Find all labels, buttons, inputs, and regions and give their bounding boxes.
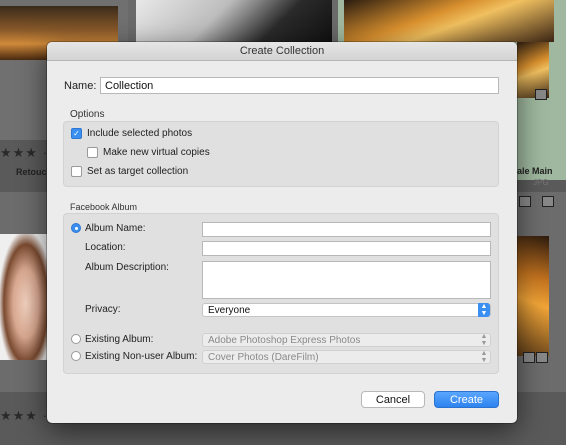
location-label: Location: [85, 242, 126, 253]
rating-stars[interactable]: ★★★ · [0, 408, 48, 424]
existing-nonuser-album-value: Cover Photos (DareFilm) [208, 352, 319, 363]
location-input[interactable] [202, 241, 491, 256]
crop-badge-icon [536, 352, 548, 363]
include-selected-label: Include selected photos [87, 128, 193, 139]
filename-label: Retouc [16, 167, 47, 177]
existing-nonuser-album-radio[interactable] [71, 351, 81, 361]
cancel-button[interactable]: Cancel [361, 391, 425, 408]
existing-nonuser-album-select[interactable]: Cover Photos (DareFilm) ▲ ▼ [202, 350, 491, 364]
facebook-album-section-label: Facebook Album [70, 202, 138, 212]
virtual-copies-checkbox[interactable] [87, 147, 98, 158]
create-button[interactable]: Create [434, 391, 499, 408]
name-label: Name: [64, 80, 97, 92]
album-name-label: Album Name: [85, 223, 146, 234]
album-name-input[interactable] [202, 222, 491, 237]
grid-toggle-icon[interactable] [519, 196, 531, 207]
collection-name-input[interactable] [100, 77, 499, 94]
grid-cell[interactable] [0, 192, 47, 392]
badge-icon [523, 352, 535, 363]
album-description-label: Album Description: [85, 262, 169, 273]
file-type-label: JPG [533, 178, 549, 187]
existing-album-select[interactable]: Adobe Photoshop Express Photos ▲ ▼ [202, 333, 491, 347]
create-collection-dialog: Create Collection Name: Options ✓ Includ… [47, 42, 517, 423]
dialog-title: Create Collection [47, 42, 517, 61]
privacy-label: Privacy: [85, 304, 121, 315]
photo-thumbnail[interactable] [517, 236, 549, 356]
options-section-label: Options [70, 109, 105, 120]
badge-icon [535, 89, 547, 100]
include-selected-checkbox[interactable]: ✓ [71, 128, 82, 139]
existing-album-value: Adobe Photoshop Express Photos [208, 335, 361, 346]
target-collection-checkbox-row[interactable]: Set as target collection [71, 166, 188, 177]
photo-thumbnail[interactable] [344, 0, 554, 42]
album-name-radio[interactable] [71, 223, 81, 233]
existing-album-label: Existing Album: [85, 334, 154, 345]
rating-stars[interactable]: ★★★ · [0, 145, 48, 161]
chevron-updown-icon: ▲ ▼ [480, 350, 488, 364]
privacy-select[interactable]: Everyone ▲ ▼ [202, 303, 491, 317]
photo-thumbnail[interactable] [0, 234, 47, 360]
virtual-copies-checkbox-row[interactable]: Make new virtual copies [87, 147, 210, 158]
album-description-textarea[interactable] [202, 261, 491, 299]
privacy-value: Everyone [208, 305, 251, 316]
target-collection-label: Set as target collection [87, 166, 189, 177]
existing-album-radio[interactable] [71, 334, 81, 344]
chevron-updown-icon: ▲ ▼ [478, 303, 490, 317]
existing-nonuser-album-label: Existing Non-user Album: [85, 351, 198, 362]
photo-thumbnail[interactable] [136, 0, 332, 42]
stack-icon[interactable] [542, 196, 554, 207]
chevron-updown-icon: ▲ ▼ [480, 333, 488, 347]
filename-label: ale Main [517, 166, 553, 176]
include-selected-checkbox-row[interactable]: ✓ Include selected photos [71, 128, 192, 139]
grid-cell[interactable] [128, 0, 338, 42]
virtual-copies-label: Make new virtual copies [103, 147, 210, 158]
target-collection-checkbox[interactable] [71, 166, 82, 177]
